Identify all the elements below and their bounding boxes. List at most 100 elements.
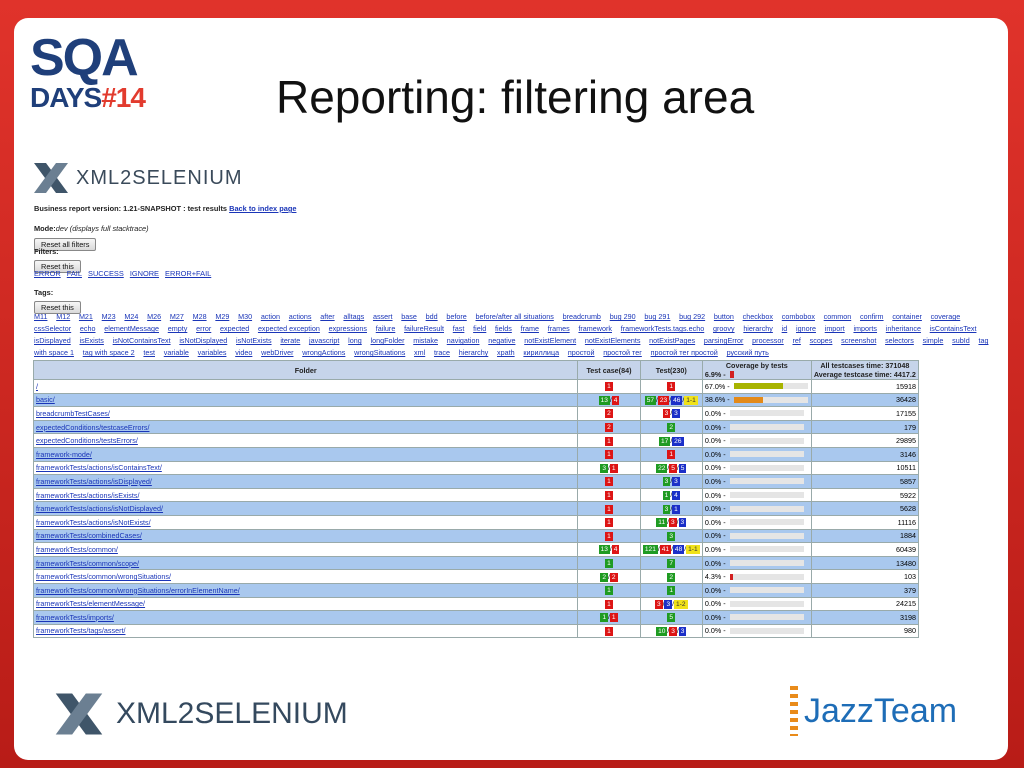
filter-ignore-link[interactable]: IGNORE	[130, 269, 159, 278]
tag-link[interactable]: empty	[168, 324, 188, 333]
tag-link[interactable]: M24	[124, 312, 138, 321]
tag-link[interactable]: failureResult	[404, 324, 444, 333]
tag-link[interactable]: M21	[79, 312, 93, 321]
tag-link[interactable]: simple	[923, 336, 944, 345]
tag-link[interactable]: hierarchy	[459, 348, 489, 357]
count-badge[interactable]: 1	[605, 518, 613, 528]
tag-link[interactable]: isNotExists	[236, 336, 272, 345]
tag-link[interactable]: video	[235, 348, 252, 357]
count-badge[interactable]: 3	[669, 518, 677, 528]
tag-link[interactable]: M26	[147, 312, 161, 321]
filter-fail-link[interactable]: FAIL	[67, 269, 82, 278]
tag-link[interactable]: wrongSituations	[354, 348, 405, 357]
count-badge[interactable]: 1	[667, 382, 676, 392]
tag-link[interactable]: subId	[952, 336, 970, 345]
tag-link[interactable]: tag with space 2	[83, 348, 135, 357]
count-badge[interactable]: 1	[605, 586, 613, 596]
tag-link[interactable]: field	[473, 324, 486, 333]
filter-error-link[interactable]: ERROR	[34, 269, 61, 278]
tag-link[interactable]: M29	[215, 312, 229, 321]
count-badge[interactable]: 2	[600, 572, 609, 582]
tag-link[interactable]: isExists	[80, 336, 104, 345]
tag-link[interactable]: assert	[373, 312, 393, 321]
tag-link[interactable]: after	[320, 312, 334, 321]
tag-link[interactable]: elementMessage	[104, 324, 159, 333]
tag-link[interactable]: test	[143, 348, 155, 357]
count-badge[interactable]: 2	[605, 409, 613, 419]
tag-link[interactable]: alltags	[343, 312, 364, 321]
count-badge[interactable]: 1	[609, 613, 618, 623]
count-badge[interactable]: 1	[605, 491, 613, 501]
count-badge[interactable]: 3	[654, 599, 663, 609]
tag-link[interactable]: expressions	[329, 324, 367, 333]
count-badge[interactable]: 41	[659, 545, 672, 555]
tag-link[interactable]: кириллица	[523, 348, 559, 357]
tag-link[interactable]: простой тег	[603, 348, 642, 357]
tag-link[interactable]: button	[714, 312, 734, 321]
count-badge[interactable]: 2	[605, 423, 613, 433]
tag-link[interactable]: xpath	[497, 348, 515, 357]
tag-link[interactable]: framework	[578, 324, 612, 333]
count-badge[interactable]: 1-1	[686, 545, 700, 555]
tag-link[interactable]: wrongActions	[302, 348, 345, 357]
tag-link[interactable]: mistake	[413, 336, 438, 345]
folder-link[interactable]: /	[36, 382, 38, 391]
tag-link[interactable]: bug 290	[610, 312, 636, 321]
tag-link[interactable]: bug 292	[679, 312, 705, 321]
count-badge[interactable]: 3	[672, 477, 680, 487]
tag-link[interactable]: confirm	[860, 312, 884, 321]
count-badge[interactable]: 57	[644, 395, 657, 405]
count-badge[interactable]: 4	[611, 395, 620, 405]
count-badge[interactable]: 1	[605, 477, 613, 487]
tag-link[interactable]: простой	[568, 348, 595, 357]
count-badge[interactable]: 11	[656, 518, 668, 528]
folder-link[interactable]: expectedConditions/testsErrors/	[36, 436, 138, 445]
back-to-index-link[interactable]: Back to index page	[229, 204, 296, 213]
tag-link[interactable]: import	[825, 324, 845, 333]
count-badge[interactable]: 4	[672, 491, 680, 501]
count-badge[interactable]: 2	[609, 572, 618, 582]
folder-link[interactable]: frameworkTests/elementMessage/	[36, 599, 145, 608]
tag-link[interactable]: breadcrumb	[563, 312, 601, 321]
count-badge[interactable]: 3	[672, 409, 680, 419]
folder-link[interactable]: frameworkTests/combinedCases/	[36, 531, 142, 540]
tag-link[interactable]: selectors	[885, 336, 914, 345]
filter-error-fail-link[interactable]: ERROR+FAIL	[165, 269, 211, 278]
tag-link[interactable]: русский путь	[727, 348, 769, 357]
tag-link[interactable]: screenshot	[841, 336, 876, 345]
folder-link[interactable]: frameworkTests/actions/isDisplayed/	[36, 477, 152, 486]
count-badge[interactable]: 13	[598, 545, 610, 555]
count-badge[interactable]: 1	[605, 450, 613, 460]
tag-link[interactable]: cssSelector	[34, 324, 71, 333]
folder-link[interactable]: frameworkTests/tags/assert/	[36, 626, 125, 635]
folder-link[interactable]: frameworkTests/actions/isNotExists/	[36, 518, 151, 527]
tag-link[interactable]: isNotContainsText	[113, 336, 171, 345]
tag-link[interactable]: imports	[853, 324, 877, 333]
folder-link[interactable]: basic/	[36, 395, 55, 404]
count-badge[interactable]: 1	[605, 504, 613, 514]
folder-link[interactable]: breadcrumbTestCases/	[36, 409, 110, 418]
count-badge[interactable]: 1	[600, 613, 609, 623]
tag-link[interactable]: echo	[80, 324, 96, 333]
tag-link[interactable]: frame	[521, 324, 539, 333]
tag-link[interactable]: isNotDisplayed	[179, 336, 227, 345]
tag-link[interactable]: iterate	[280, 336, 300, 345]
tag-link[interactable]: M11	[34, 312, 47, 321]
tag-link[interactable]: error	[196, 324, 211, 333]
count-badge[interactable]: 5	[669, 463, 677, 473]
count-badge[interactable]: 2	[667, 423, 676, 433]
tag-link[interactable]: processor	[752, 336, 784, 345]
tag-link[interactable]: javascript	[309, 336, 339, 345]
count-badge[interactable]: 1	[609, 463, 618, 473]
tag-link[interactable]: isDisplayed	[34, 336, 71, 345]
tag-link[interactable]: trace	[434, 348, 450, 357]
tag-link[interactable]: M27	[170, 312, 184, 321]
count-badge[interactable]: 5	[678, 463, 687, 473]
folder-link[interactable]: frameworkTests/common/scope/	[36, 559, 139, 568]
tag-link[interactable]: M12	[56, 312, 70, 321]
folder-link[interactable]: frameworkTests/common/wrongSituations/er…	[36, 586, 240, 595]
tag-link[interactable]: M28	[193, 312, 207, 321]
tag-link[interactable]: failure	[376, 324, 396, 333]
folder-link[interactable]: frameworkTests/common/	[36, 545, 118, 554]
folder-link[interactable]: framework-mode/	[36, 450, 92, 459]
